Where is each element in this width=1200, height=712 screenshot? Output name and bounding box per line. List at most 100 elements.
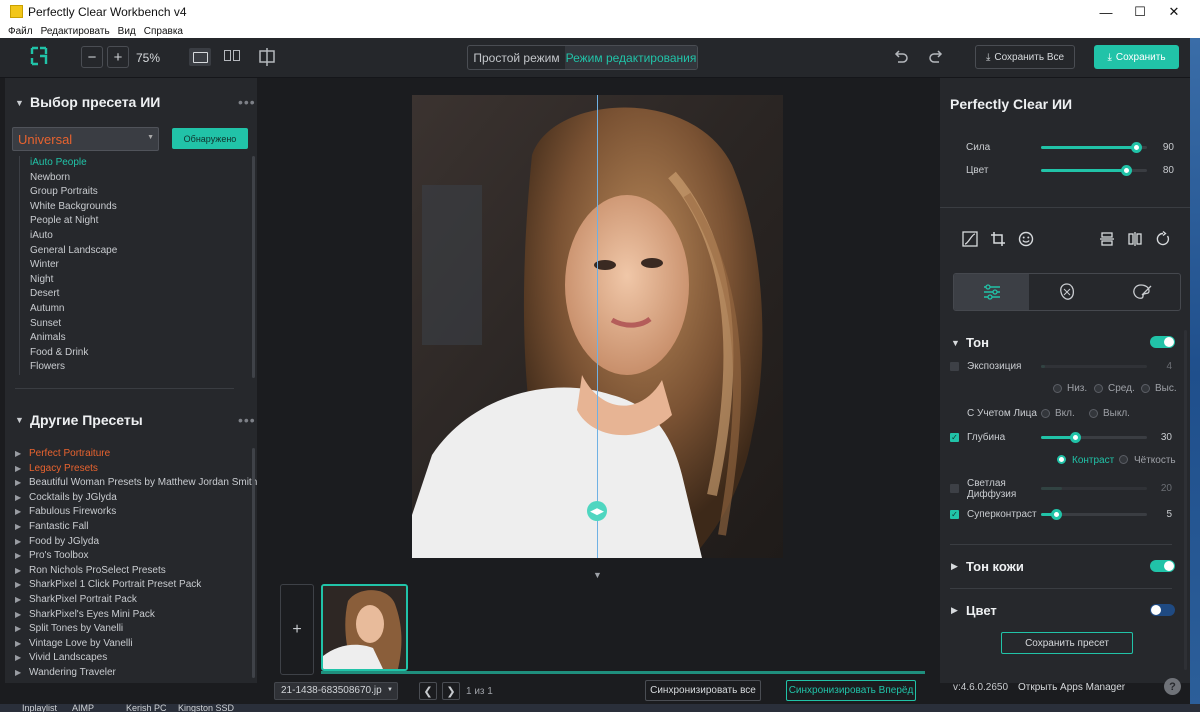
skin-tone-toggle[interactable] [1150,560,1175,572]
adjustments-tab[interactable] [954,274,1030,310]
list-item[interactable]: ▶ Wandering Traveler [15,666,257,681]
maximize-icon[interactable]: ☐ [1121,0,1159,24]
list-item[interactable]: ▶ SharkPixel 1 Click Portrait Preset Pack [15,578,257,593]
list-item[interactable]: Food & Drink [20,346,117,361]
collapse-other-icon[interactable]: ▼ [15,415,24,425]
taskbar-item[interactable]: AIMP [72,704,94,712]
preset-dropdown[interactable]: Universal ▼ [12,127,159,151]
split-view-icon[interactable] [258,48,276,66]
supercontrast-slider[interactable] [1041,509,1147,520]
single-view-icon[interactable] [189,48,211,66]
flip-vertical-icon[interactable] [1098,230,1116,248]
zoom-in-button[interactable]: + [107,46,129,68]
list-item[interactable]: White Backgrounds [20,200,117,215]
list-item[interactable]: Newborn [20,171,117,186]
scrollbar[interactable] [1184,330,1187,670]
taskbar-item[interactable]: Kingston SSD [178,704,234,712]
list-item[interactable]: ▶ Beautiful Woman Presets by Matthew Jord… [15,476,257,491]
scrollbar[interactable] [252,156,255,378]
list-item[interactable]: Winter [20,258,117,273]
detected-button[interactable]: Обнаружено [172,128,248,149]
list-item[interactable]: ▶ Legacy Presets [15,462,257,477]
list-item[interactable]: ▶ Pro's Toolbox [15,549,257,564]
next-image-button[interactable]: ❯ [442,682,460,700]
save-button[interactable]: ⤓ Сохранить [1094,45,1179,69]
low-radio[interactable] [1053,384,1062,393]
sync-all-button[interactable]: Синхронизировать все [645,680,761,701]
list-item[interactable]: iAuto [20,229,117,244]
list-item[interactable]: Autumn [20,302,117,317]
face-on-radio[interactable] [1041,409,1050,418]
side-by-side-icon[interactable] [224,50,242,64]
zoom-out-button[interactable]: − [81,46,103,68]
exposure-slider[interactable] [1041,365,1147,368]
curves-icon[interactable] [961,230,979,248]
collapse-filmstrip-icon[interactable]: ▼ [593,570,602,580]
collapse-ai-icon[interactable]: ▼ [15,98,24,108]
beautify-tab[interactable] [1029,274,1104,310]
list-item[interactable]: ▶ Vivid Landscapes [15,651,257,666]
flip-horizontal-icon[interactable] [1126,230,1144,248]
split-divider-line[interactable] [597,95,598,558]
exposure-checkbox[interactable] [950,362,959,371]
list-item[interactable]: ▶ SharkPixel Portrait Pack [15,593,257,608]
split-handle-icon[interactable]: ◀▶ [587,501,607,521]
list-item[interactable]: ▶ Cocktails by JGlyda [15,491,257,506]
simple-mode-tab[interactable]: Простой режим [468,46,565,69]
menu-help[interactable]: Справка [144,26,183,37]
list-item[interactable]: ▶ Food by JGlyda [15,535,257,550]
depth-slider[interactable] [1041,432,1147,443]
list-item[interactable]: General Landscape [20,244,117,259]
rotate-icon[interactable] [1154,230,1172,248]
list-item[interactable]: People at Night [20,214,117,229]
collapse-tone-icon[interactable]: ▼ [951,338,960,348]
list-item[interactable]: ▶ Vintage Love by Vanelli [15,637,257,652]
menu-view[interactable]: Вид [118,26,136,37]
contrast-radio[interactable] [1057,455,1066,464]
color-toggle[interactable] [1150,604,1175,616]
more-icon[interactable]: ••• [238,412,256,428]
add-image-button[interactable]: + [280,584,314,675]
redo-icon[interactable] [927,48,945,66]
close-icon[interactable]: ✕ [1155,0,1193,24]
list-item[interactable]: ▶ Ron Nichols ProSelect Presets [15,564,257,579]
crop-icon[interactable] [989,230,1007,248]
strength-slider[interactable] [1041,142,1147,153]
list-item[interactable]: ▶ Perfect Portraiture [15,447,257,462]
expand-color-icon[interactable]: ▶ [951,605,958,616]
help-icon[interactable]: ? [1164,678,1181,695]
list-item[interactable]: ▶ SharkPixel's Eyes Mini Pack [15,608,257,623]
list-item[interactable]: ▶ Split Tones by Vanelli [15,622,257,637]
sharpness-radio[interactable] [1119,455,1128,464]
list-item[interactable]: Sunset [20,317,117,332]
edit-mode-tab[interactable]: Режим редактирования [565,46,697,69]
image-thumbnail[interactable] [321,584,408,671]
list-item[interactable]: Desert [20,287,117,302]
menu-edit[interactable]: Редактировать [41,26,110,37]
high-radio[interactable] [1141,384,1150,393]
taskbar-item[interactable]: Kerish PC [126,704,167,712]
undo-icon[interactable] [892,48,910,66]
save-preset-button[interactable]: Сохранить пресет [1001,632,1133,654]
apps-manager-link[interactable]: Открыть Apps Manager [1018,682,1125,693]
taskbar-item[interactable]: Inplaylist [22,704,57,712]
filmstrip-scrollbar[interactable] [321,671,925,674]
save-all-button[interactable]: ⤓ Сохранить Все [975,45,1075,69]
list-item[interactable]: ▶ Fantastic Fall [15,520,257,535]
menu-file[interactable]: Файл [8,26,33,37]
more-icon[interactable]: ••• [238,94,256,110]
list-item[interactable]: ▶ Fabulous Fireworks [15,505,257,520]
mid-radio[interactable] [1094,384,1103,393]
creative-tab[interactable] [1105,274,1180,310]
face-icon[interactable] [1017,230,1035,248]
sync-forward-button[interactable]: Синхронизировать Вперёд [786,680,916,701]
list-item[interactable]: Animals [20,331,117,346]
list-item[interactable]: Night [20,273,117,288]
color-slider[interactable] [1041,165,1147,176]
prev-image-button[interactable]: ❮ [419,682,437,700]
list-item[interactable]: iAuto People [20,156,117,171]
face-off-radio[interactable] [1089,409,1098,418]
scrollbar[interactable] [252,448,255,678]
file-dropdown[interactable]: 21-1438-683508670.jp ▼ [274,682,398,700]
minimize-icon[interactable]: — [1087,0,1125,24]
